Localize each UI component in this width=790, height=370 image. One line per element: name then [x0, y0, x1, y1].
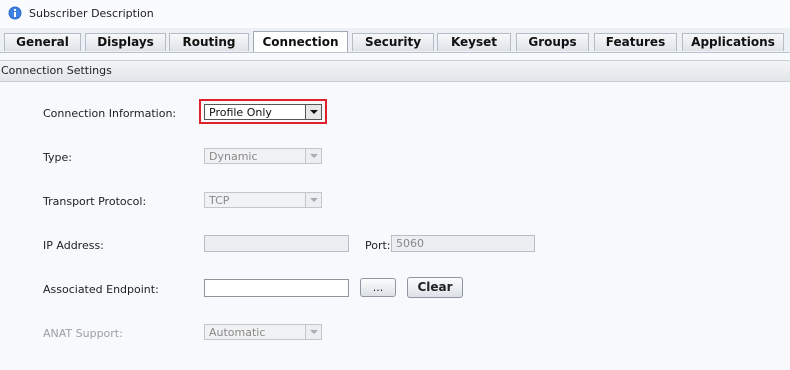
type-label: Type:	[43, 151, 72, 164]
section-title: Connection Settings	[1, 64, 112, 77]
type-select: Dynamic	[204, 148, 322, 164]
tab-routing[interactable]: Routing	[169, 33, 249, 51]
transport-protocol-value: TCP	[209, 194, 230, 207]
transport-protocol-label: Transport Protocol:	[43, 195, 147, 208]
title-bar: Subscriber Description	[0, 0, 790, 29]
chevron-down-icon[interactable]	[305, 105, 321, 119]
chevron-down-icon	[305, 325, 321, 339]
type-value: Dynamic	[209, 150, 258, 163]
port-value: 5060	[396, 237, 424, 250]
connection-information-value: Profile Only	[209, 106, 272, 119]
port-field: 5060	[391, 235, 535, 252]
chevron-down-icon	[305, 149, 321, 163]
anat-support-label: ANAT Support:	[43, 327, 123, 340]
tab-features[interactable]: Features	[594, 33, 677, 51]
associated-endpoint-label: Associated Endpoint:	[43, 283, 159, 296]
section-header: Connection Settings	[0, 60, 790, 82]
tab-connection[interactable]: Connection	[253, 31, 348, 52]
ip-address-label: IP Address:	[43, 239, 104, 252]
tab-applications[interactable]: Applications	[682, 33, 784, 51]
browse-endpoint-button[interactable]: ...	[360, 278, 396, 297]
transport-protocol-select: TCP	[204, 192, 322, 208]
info-icon	[8, 6, 22, 20]
tab-groups[interactable]: Groups	[516, 33, 589, 51]
chevron-down-icon	[305, 193, 321, 207]
associated-endpoint-field[interactable]	[204, 279, 349, 297]
tab-strip: General Displays Routing Connection Secu…	[0, 28, 790, 53]
connection-information-select[interactable]: Profile Only	[204, 104, 322, 120]
tab-security[interactable]: Security	[352, 33, 434, 51]
tab-keyset[interactable]: Keyset	[437, 33, 511, 51]
tab-general[interactable]: General	[4, 33, 81, 51]
window-title: Subscriber Description	[29, 7, 154, 20]
port-label: Port:	[365, 239, 391, 252]
connection-information-label: Connection Information:	[43, 107, 177, 120]
anat-support-value: Automatic	[209, 326, 266, 339]
ip-address-field	[204, 235, 349, 252]
clear-endpoint-button[interactable]: Clear	[407, 277, 463, 298]
anat-support-select: Automatic	[204, 324, 322, 340]
tab-displays[interactable]: Displays	[85, 33, 166, 51]
